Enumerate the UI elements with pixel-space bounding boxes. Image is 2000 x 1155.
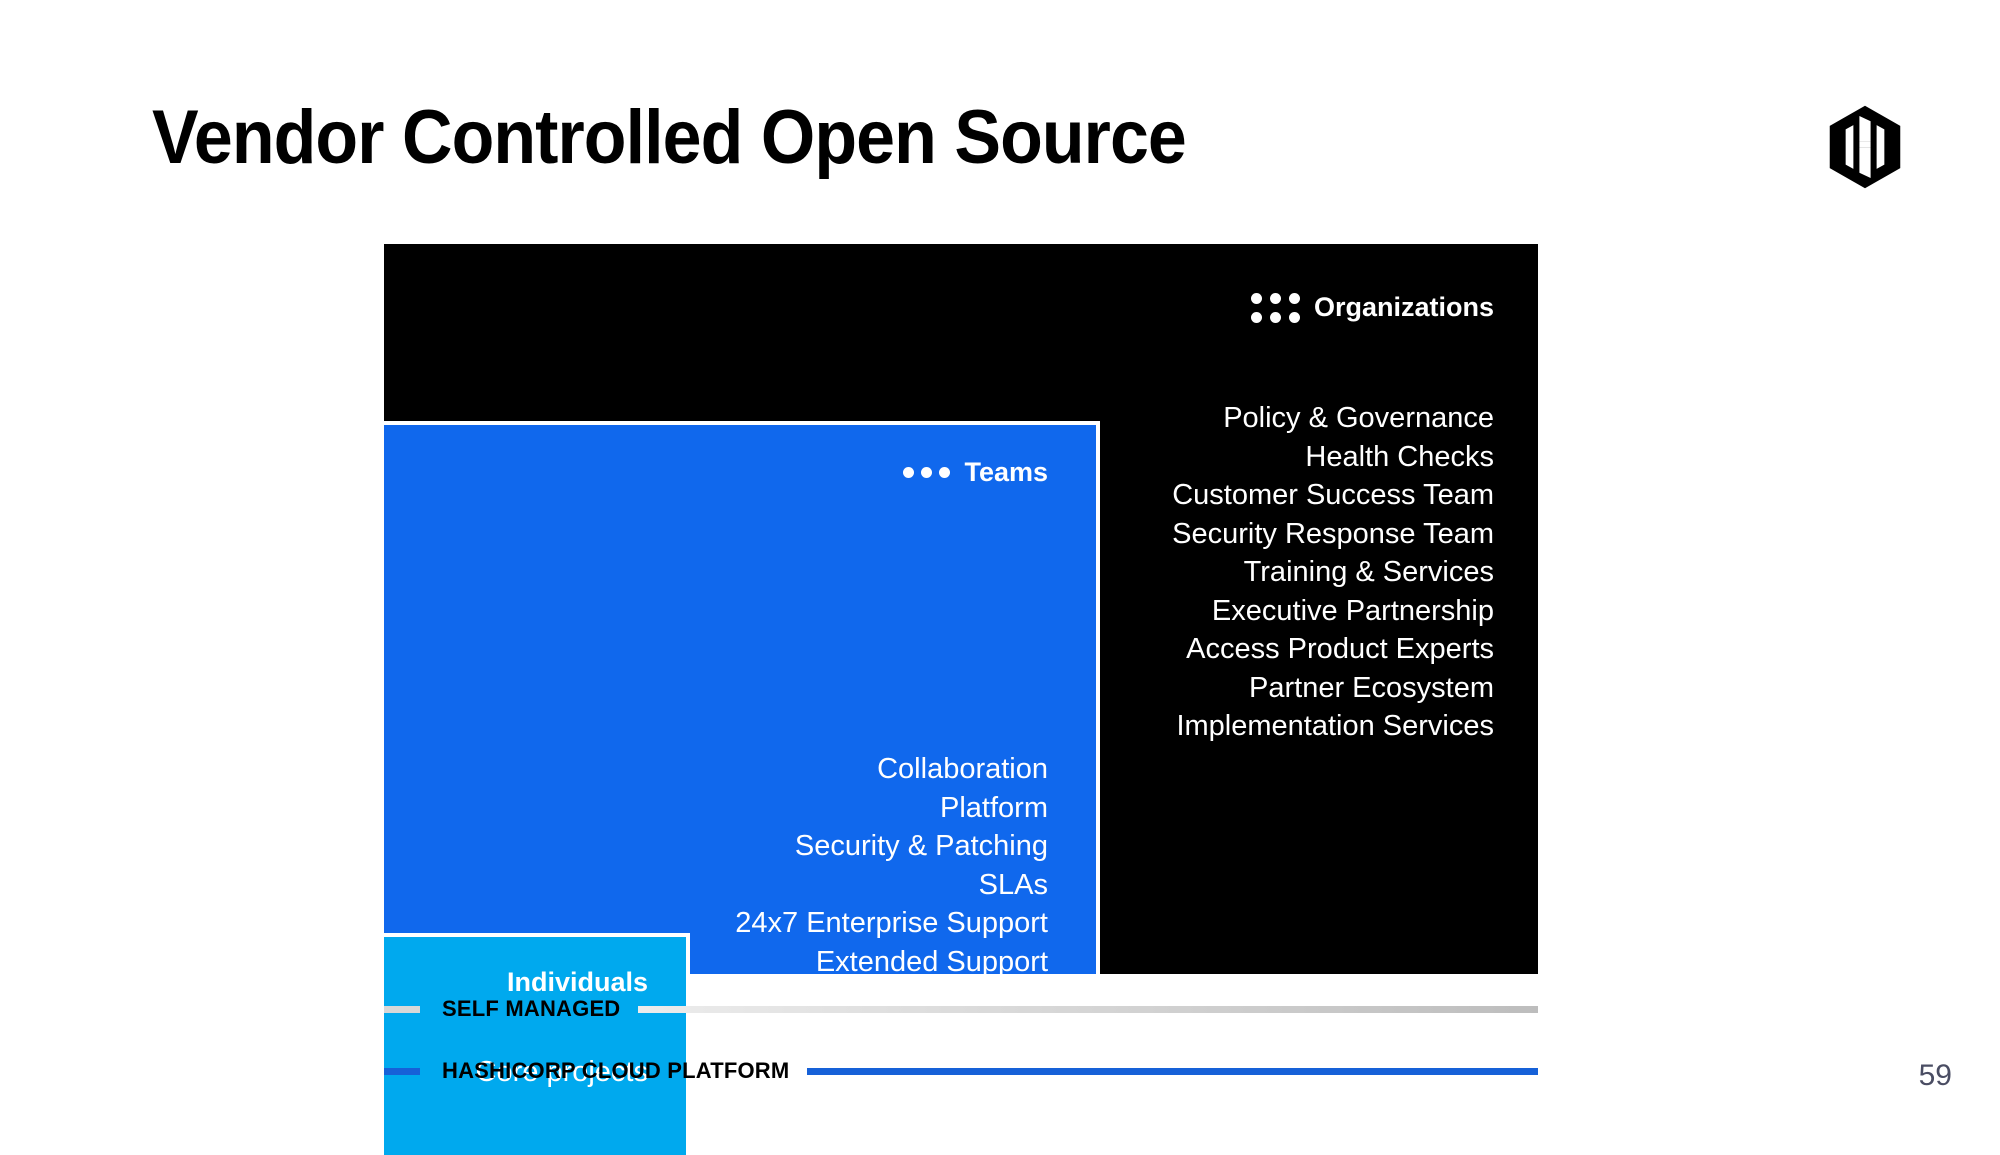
three-dot-row-icon (903, 467, 951, 478)
legend-swatch-self-managed (384, 1005, 420, 1013)
feature-item: Extended Support (815, 945, 1048, 978)
legend-item-self-managed: SELF MANAGED (384, 996, 1538, 1021)
feature-item: Customer Success Team (1172, 479, 1494, 511)
legend-item-hashicorp-cloud-platform: HASHICORP CLOUD PLATFORM (384, 1058, 1538, 1083)
tier-label-teams: Teams (964, 457, 1048, 487)
page-number: 59 (1918, 1059, 1952, 1092)
feature-item: Platform (940, 791, 1048, 824)
feature-item: Access Product Experts (1186, 633, 1494, 665)
tier-label-organizations: Organizations (1313, 292, 1494, 322)
nested-tier-diagram: Organizations Policy & Governance Health… (384, 244, 1538, 1155)
six-dot-grid-icon (1250, 292, 1300, 323)
legend-label-self-managed: SELF MANAGED (442, 996, 621, 1021)
tier-teams[interactable]: Teams Collaboration Platform Security & … (384, 421, 1100, 1155)
legend-swatch-hashicorp-cloud-platform (384, 1067, 420, 1075)
feature-item: Partner Ecosystem (1249, 671, 1494, 704)
feature-item: SLAs (978, 868, 1048, 901)
feature-item: Health Checks (1305, 440, 1494, 473)
tier-header-organizations: Organizations (1250, 292, 1494, 323)
feature-item: Training & Services (1243, 556, 1494, 588)
feature-item: Policy & Governance (1223, 402, 1494, 434)
legend: SELF MANAGED HASHICORP CLOUD PLATFORM (384, 988, 1538, 1108)
feature-item: Collaboration (877, 753, 1048, 785)
feature-item: 24x7 Enterprise Support (735, 907, 1048, 939)
tier-header-teams: Teams (903, 457, 1048, 488)
page-title: Vendor Controlled Open Source (152, 95, 1187, 180)
legend-line-self-managed (638, 1005, 1538, 1013)
feature-item: Security Response Team (1172, 517, 1494, 550)
legend-line-hashicorp-cloud-platform (807, 1067, 1538, 1075)
feature-item: Executive Partnership (1211, 594, 1494, 627)
feature-item: Security & Patching (794, 830, 1048, 862)
hashicorp-logo (1822, 104, 1908, 190)
tier-organizations[interactable]: Organizations Policy & Governance Health… (384, 244, 1538, 1155)
legend-label-hashicorp-cloud-platform: HASHICORP CLOUD PLATFORM (442, 1058, 790, 1083)
feature-item: Implementation Services (1176, 710, 1494, 742)
feature-list-organizations: Policy & Governance Health Checks Custom… (1172, 399, 1494, 746)
